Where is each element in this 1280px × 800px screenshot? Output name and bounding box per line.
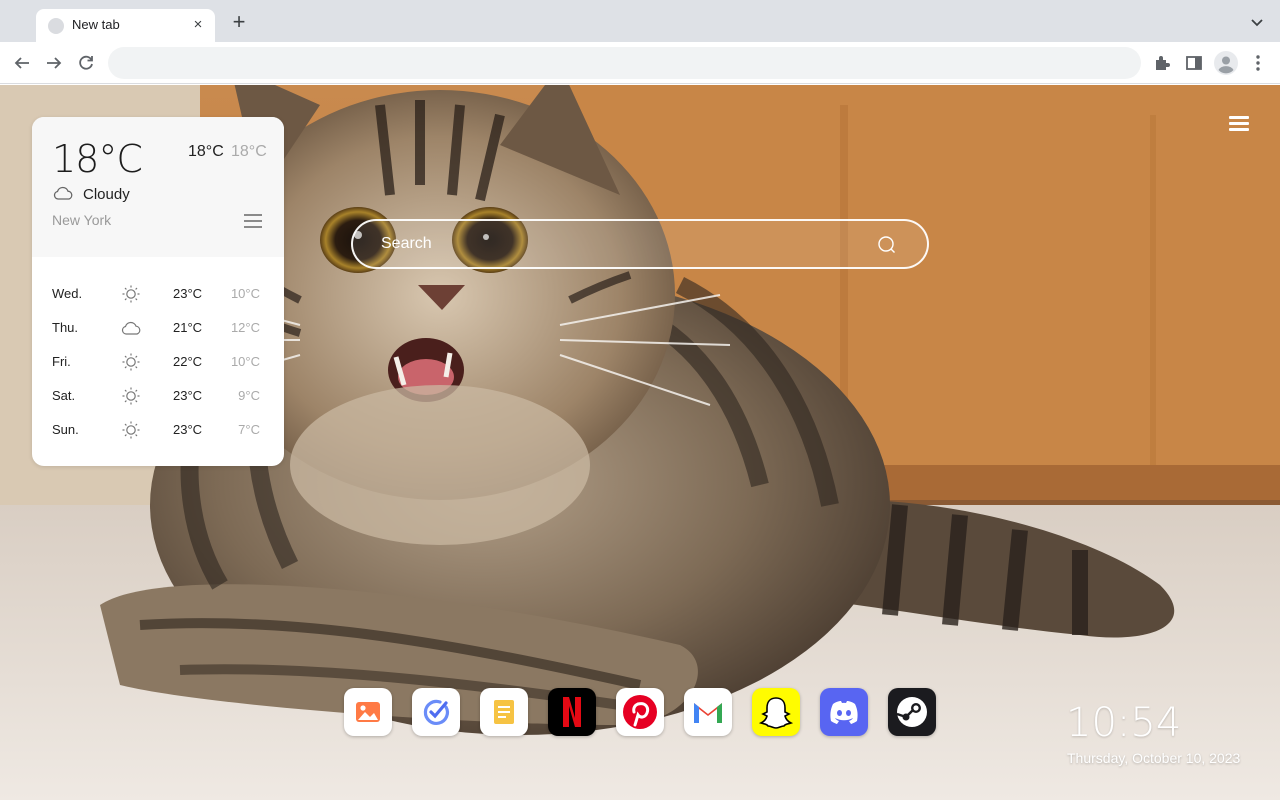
sun-icon [122,285,140,303]
search-bar[interactable] [351,219,929,269]
weather-forecast: Wed. 23°C 10°C Thu. 21°C 12°C Fri. 22°C … [32,277,284,447]
extensions-icon[interactable] [1152,53,1172,73]
forecast-day: Thu. [52,320,79,335]
weather-current: 18°C 18°C 18°C Cloudy New York [32,117,284,257]
dock-discord-button[interactable] [820,688,868,736]
forecast-day: Fri. [52,354,71,369]
new-tab-button[interactable]: + [228,11,250,34]
tab-strip: New tab × + [0,0,1280,42]
profile-icon[interactable] [1214,51,1238,75]
address-bar[interactable] [108,47,1141,79]
search-input[interactable] [381,233,861,255]
settings-menu-icon[interactable] [1229,116,1249,134]
forecast-day: Wed. [52,286,83,301]
clock-date: Thursday, October 10, 2023 [1067,750,1241,766]
notes-icon [494,700,514,724]
forecast-high: 22°C [173,354,203,369]
forecast-low: 7°C [238,422,260,437]
forecast-low: 9°C [238,388,260,403]
discord-icon [830,701,858,724]
today-high: 18°C [188,143,224,160]
clock-time: 10:54 [1066,700,1182,746]
forecast-high: 23°C [173,388,203,403]
weather-menu-icon[interactable] [244,214,262,228]
forecast-row: Fri. 22°C 10°C [32,345,284,379]
steam-icon [896,697,927,727]
forecast-row: Sun. 23°C 7°C [32,413,284,447]
cloud-icon [53,186,73,200]
current-temperature: 18°C [52,137,143,181]
forecast-low: 12°C [230,320,260,335]
dock-photos-button[interactable] [344,688,392,736]
side-panel-icon[interactable] [1184,53,1204,73]
sun-icon [122,353,140,371]
tab-new-tab[interactable]: New tab × [36,9,215,42]
dock-snapchat-button[interactable] [752,688,800,736]
today-low: 18°C [231,143,267,160]
dock-pinterest-button[interactable] [616,688,664,736]
weather-widget[interactable]: 18°C 18°C 18°C Cloudy New York Wed. 23°C… [32,117,284,466]
gmail-icon [694,703,722,723]
dock-notes-button[interactable] [480,688,528,736]
tab-search-chevron-icon[interactable] [1248,14,1266,32]
forecast-low: 10°C [230,354,260,369]
netflix-icon [563,697,581,727]
dock-steam-button[interactable] [888,688,936,736]
search-icon[interactable] [877,235,897,255]
forecast-row: Thu. 21°C 12°C [32,311,284,345]
forecast-day: Sun. [52,422,79,437]
forecast-row: Sat. 23°C 9°C [32,379,284,413]
photos-icon [356,702,380,722]
dock-gmail-button[interactable] [684,688,732,736]
forward-icon[interactable] [43,52,65,74]
reload-icon[interactable] [75,52,97,74]
tab-title: New tab [72,17,120,32]
forecast-day: Sat. [52,388,76,403]
more-menu-icon[interactable] [1248,53,1268,73]
dock-todo-button[interactable] [412,688,460,736]
todo-icon [423,699,450,725]
pinterest-icon [623,695,657,729]
forecast-high: 23°C [173,422,203,437]
tab-favicon-icon [48,18,64,34]
dock-netflix-button[interactable] [548,688,596,736]
weather-condition: Cloudy [83,186,130,203]
weather-city: New York [52,212,112,228]
forecast-low: 10°C [230,286,260,301]
forecast-row: Wed. 23°C 10°C [32,277,284,311]
sun-icon [122,387,140,405]
forecast-high: 21°C [173,320,203,335]
forecast-high: 23°C [173,286,203,301]
snapchat-icon [758,697,794,729]
back-icon[interactable] [11,52,33,74]
cloud-icon [121,321,141,335]
browser-toolbar [0,42,1280,84]
tab-close-icon[interactable]: × [190,17,206,33]
sun-icon [122,421,140,439]
